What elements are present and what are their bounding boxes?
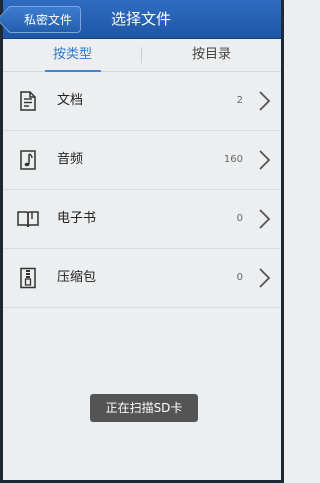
list-item-audio[interactable]: 音频 160 (3, 131, 281, 190)
list-item-archives[interactable]: 压缩包 0 (3, 249, 281, 308)
title-bar: 私密文件 选择文件 (3, 0, 281, 39)
tab-by-directory[interactable]: 按目录 (142, 39, 281, 71)
chevron-right-icon (259, 91, 271, 111)
zip-archive-icon (20, 267, 36, 289)
list-item-count: 0 (236, 272, 243, 283)
list-item-label: 音频 (57, 152, 84, 167)
list-item-label: 文档 (57, 93, 84, 108)
list-item-label: 压缩包 (57, 270, 97, 285)
list-item-count: 2 (236, 95, 243, 106)
book-icon (17, 211, 39, 228)
document-icon (20, 91, 36, 111)
file-type-list: 文档 2 音频 160 电子书 0 压缩包 0 (3, 72, 281, 308)
page-title: 选择文件 (111, 10, 172, 28)
list-item-count: 160 (223, 154, 243, 165)
app-frame: 私密文件 选择文件 按类型 按目录 文档 2 音频 160 电子书 0 压缩包 … (0, 0, 284, 483)
tab-by-directory-label: 按目录 (191, 47, 231, 62)
scanning-toast: 正在扫描SD卡 (90, 394, 198, 422)
list-item-count: 0 (236, 213, 243, 224)
list-item-label: 电子书 (57, 211, 97, 226)
tab-by-type-label: 按类型 (52, 47, 92, 62)
chevron-right-icon (259, 150, 271, 170)
tab-bar: 按类型 按目录 (3, 39, 281, 72)
back-button-label: 私密文件 (23, 13, 72, 27)
chevron-right-icon (259, 268, 271, 288)
chevron-right-icon (259, 209, 271, 229)
music-note-icon (20, 150, 36, 170)
tab-by-type[interactable]: 按类型 (3, 39, 142, 71)
list-item-ebooks[interactable]: 电子书 0 (3, 190, 281, 249)
back-button[interactable]: 私密文件 (7, 6, 81, 33)
list-item-documents[interactable]: 文档 2 (3, 72, 281, 131)
